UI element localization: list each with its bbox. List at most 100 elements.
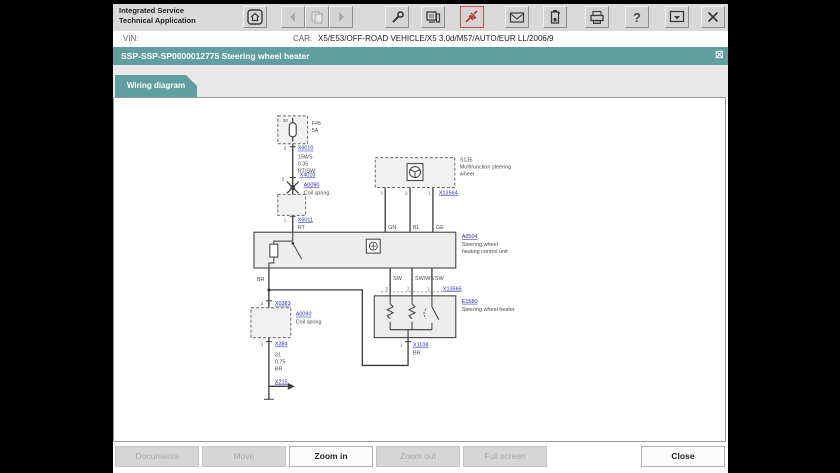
connector-pin: 2 [282, 177, 285, 182]
wiring-diagram-canvas[interactable]: 30 F45 5A 2 X6010 15WS 0.35 RT/SW 2 X401… [114, 98, 725, 441]
wire-label: 31 [275, 352, 281, 358]
battery-button[interactable] [543, 6, 567, 28]
zoom-out-button[interactable]: Zoom out [376, 446, 460, 467]
component-name: Coil spring [304, 190, 330, 196]
heating-control-unit-component: A6504 Steering wheel heating control uni… [254, 232, 508, 268]
tab-strip [113, 65, 728, 97]
connector-pin: 2 [261, 301, 264, 306]
connector-ref[interactable]: X4010 [300, 173, 316, 179]
component-ref: S135 [460, 158, 473, 164]
multifunction-steering-wheel-component: S135 Multifunction steering wheel [375, 158, 511, 188]
connector-pin: 2 [284, 146, 287, 151]
component-name: Coil spring [296, 320, 322, 326]
connector-pin: 1 [284, 217, 287, 222]
wire-label: RT [298, 225, 306, 231]
document-title-bar: SSP-SSP-SP0000012775 Steering wheel heat… [113, 47, 728, 65]
main-toolbar: Integrated Service Technical Application [113, 4, 728, 32]
print-icon [589, 10, 605, 25]
workshop-button[interactable] [421, 6, 445, 28]
document-title: SSP-SSP-SP0000012775 Steering wheel heat… [121, 51, 310, 61]
connector-ref[interactable]: X0383 [275, 301, 291, 307]
fuse-rating: 5A [312, 128, 319, 134]
close-icon [706, 10, 720, 24]
exit-button[interactable] [701, 6, 725, 28]
car-label: CAR: [293, 34, 312, 43]
documents-icon [310, 10, 324, 24]
screen-toggle-icon [669, 10, 685, 24]
connector-ref[interactable]: X13564 [439, 190, 458, 196]
fuse-component: 30 F45 5A [278, 116, 321, 144]
documents-button-bottom[interactable]: Documents [115, 446, 199, 467]
wire-label: 0.75 [275, 359, 286, 365]
wiring-diagram-panel: 30 F45 5A 2 X6010 15WS 0.35 RT/SW 2 X401… [113, 97, 726, 442]
component-name: Multifunction steering [460, 165, 512, 171]
help-icon: ? [633, 10, 641, 25]
help-button[interactable]: ? [625, 6, 649, 28]
coil-spring-upper: 2 X4010 A0090 Coil spring [278, 173, 330, 216]
wire-label: GN [388, 225, 396, 231]
back-button[interactable] [281, 6, 305, 28]
connector-ref[interactable]: X1108 [413, 343, 428, 349]
documents-button[interactable] [305, 6, 329, 28]
resistor-icon [270, 244, 278, 257]
battery-icon [549, 9, 561, 25]
zoom-in-button[interactable]: Zoom in [289, 446, 373, 467]
vin-label: VIN: [123, 34, 139, 43]
connector-pin: 2 [405, 190, 408, 195]
vehicle-connection-button[interactable] [460, 6, 484, 28]
wire-label: BR [413, 351, 421, 357]
component-ref[interactable]: A6504 [462, 234, 478, 240]
workshop-monitor-icon [425, 10, 441, 25]
coil-spring-lower: 2 X0383 A0090 Coil spring 1 X384 31 0.75… [251, 301, 322, 386]
screen-toggle-button[interactable] [665, 6, 689, 28]
move-button[interactable]: Move [202, 446, 286, 467]
wire-label: SW [435, 276, 445, 282]
connector-ref[interactable]: X215 [275, 379, 288, 385]
connector-pin: 1 [261, 342, 264, 347]
back-icon [286, 10, 300, 24]
connector-pin: 1 [427, 286, 430, 291]
service-wrench-icon [390, 10, 405, 25]
connector-ref[interactable]: X6010 [298, 146, 314, 152]
mail-icon [509, 11, 525, 24]
full-screen-button[interactable]: Full screen [463, 446, 547, 467]
connector-ref[interactable]: X13565 [443, 286, 462, 292]
print-button[interactable] [585, 6, 609, 28]
component-name: Steering wheel [462, 242, 498, 248]
component-name: Steering wheel heater [462, 307, 515, 313]
component-ref[interactable]: A0090 [296, 312, 312, 318]
connector-pin: 2 [407, 286, 410, 291]
component-ref[interactable]: E1580 [462, 299, 478, 305]
home-icon [247, 9, 263, 25]
connector-pin: 1 [400, 343, 403, 348]
steering-wheel-heater-component: E1580 Steering wheel heater [374, 296, 515, 338]
wire-label: BR [275, 366, 283, 372]
dialog-close-icon[interactable]: ⊠ [715, 50, 724, 61]
connector-pin: 3 [385, 286, 388, 291]
car-value: X5/E53/OFF-ROAD VEHICLE/X5 3.0d/M57/AUTO… [318, 34, 554, 43]
ground-arrow-icon [288, 383, 295, 390]
mail-button[interactable] [505, 6, 529, 28]
action-button-bar: Documents Move Zoom in Zoom out Full scr… [113, 443, 728, 473]
connector-pin: 3 [380, 190, 383, 195]
service-plan-button[interactable] [385, 6, 409, 28]
connector-icon [464, 9, 480, 25]
forward-icon [334, 10, 348, 24]
component-ref[interactable]: A0090 [304, 182, 320, 188]
wire-junction [267, 288, 270, 291]
app-title: Integrated Service Technical Application [119, 6, 196, 26]
wire-label: BR [257, 277, 265, 283]
component-name: heating control unit [462, 249, 509, 255]
forward-button[interactable] [329, 6, 353, 28]
tab-wiring-diagram[interactable]: Wiring diagram [115, 75, 197, 97]
home-button[interactable] [243, 6, 267, 28]
vehicle-info-bar: VIN: CAR: X5/E53/OFF-ROAD VEHICLE/X5 3.0… [113, 31, 728, 47]
wire-label: GE [436, 225, 444, 231]
close-button[interactable]: Close [641, 446, 725, 467]
connector-ref[interactable]: X384 [275, 342, 288, 348]
wire-label: SW/WS [415, 276, 434, 282]
connector-pin: 1 [428, 190, 431, 195]
ista-application-window: Integrated Service Technical Application [113, 0, 728, 473]
connector-ref[interactable]: X6011 [298, 217, 313, 223]
wire-label: SW [393, 276, 403, 282]
